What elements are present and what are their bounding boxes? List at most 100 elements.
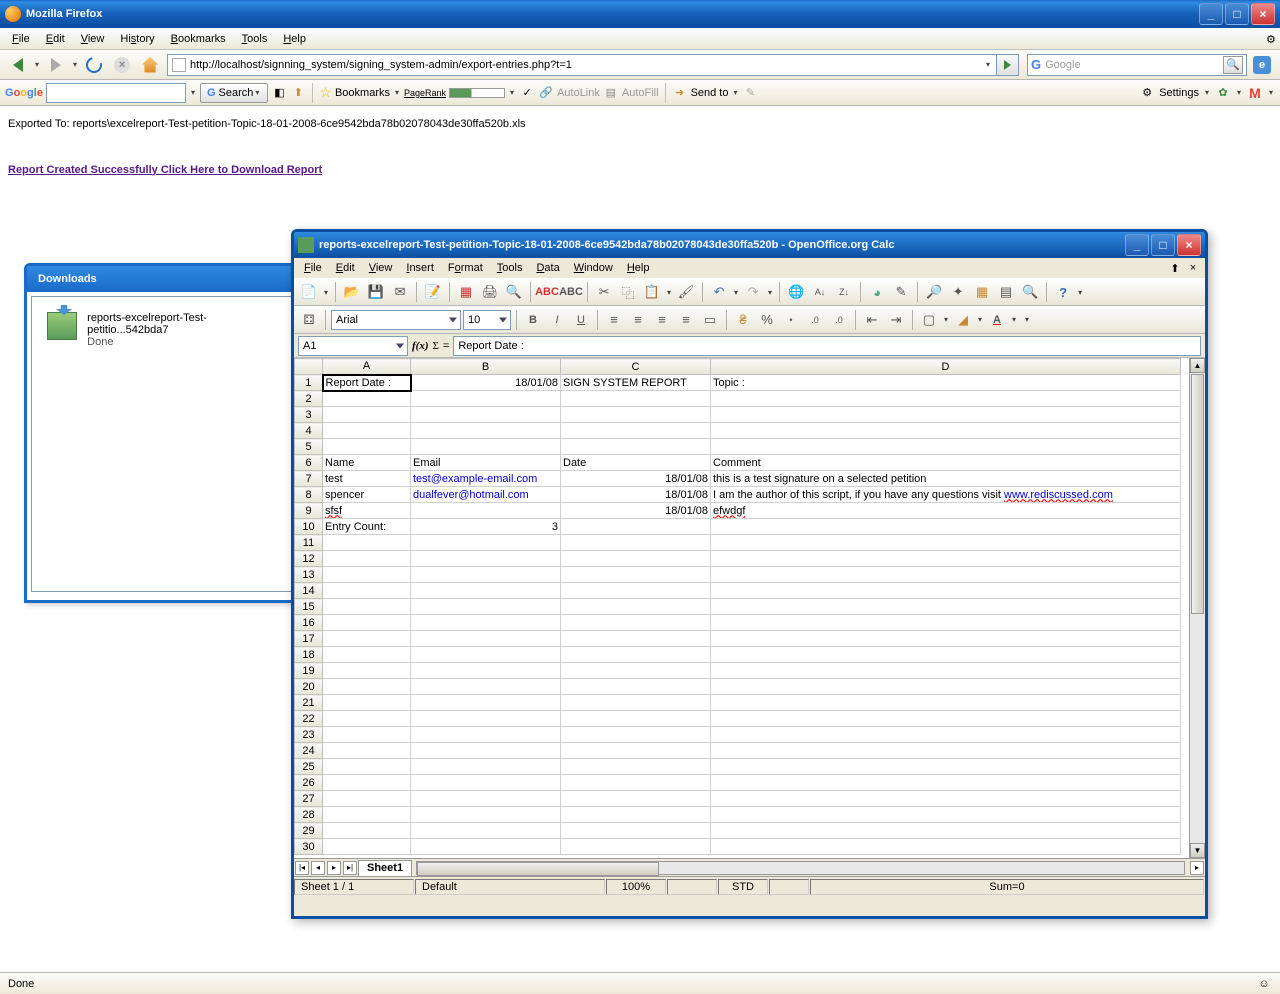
chart-icon[interactable]: ◕: [866, 281, 888, 303]
function-wizard-icon[interactable]: f(x): [412, 340, 429, 352]
indent-inc-icon[interactable]: ⇥: [885, 309, 907, 331]
fmt-more-icon[interactable]: ▾: [1023, 315, 1031, 324]
home-button[interactable]: [137, 53, 163, 77]
cell[interactable]: [323, 535, 411, 551]
cell[interactable]: [411, 551, 561, 567]
copy-icon[interactable]: ⿻: [617, 281, 639, 303]
add-decimal-icon[interactable]: .0: [804, 309, 826, 331]
download-link[interactable]: Report Created Successfully Click Here t…: [8, 164, 322, 176]
cell[interactable]: [323, 695, 411, 711]
cell[interactable]: [561, 439, 711, 455]
calc-export-icon[interactable]: ⬆: [1167, 260, 1183, 276]
cell[interactable]: [711, 743, 1181, 759]
del-decimal-icon[interactable]: .0: [828, 309, 850, 331]
calc-doc-close-icon[interactable]: ×: [1185, 260, 1201, 276]
cell[interactable]: [561, 743, 711, 759]
maximize-button[interactable]: □: [1225, 3, 1249, 25]
cell[interactable]: [711, 519, 1181, 535]
minimize-button[interactable]: _: [1199, 3, 1223, 25]
cell[interactable]: [323, 679, 411, 695]
cell[interactable]: [323, 551, 411, 567]
cell[interactable]: [411, 647, 561, 663]
cell[interactable]: [561, 759, 711, 775]
open-icon[interactable]: 📂: [341, 281, 363, 303]
url-dropdown[interactable]: ▾: [984, 60, 992, 69]
smiley-icon[interactable]: ☺: [1256, 976, 1272, 992]
status-zoom[interactable]: 100%: [606, 879, 666, 895]
cell[interactable]: [323, 743, 411, 759]
cell[interactable]: [411, 583, 561, 599]
cell[interactable]: [561, 839, 711, 855]
cell[interactable]: [561, 519, 711, 535]
up-icon[interactable]: ⬆: [290, 85, 306, 101]
cell[interactable]: [561, 391, 711, 407]
cell[interactable]: [561, 583, 711, 599]
align-left-icon[interactable]: ≡: [603, 309, 625, 331]
cell[interactable]: [561, 647, 711, 663]
cell[interactable]: [323, 823, 411, 839]
cell[interactable]: [411, 743, 561, 759]
navigator-icon[interactable]: ✦: [947, 281, 969, 303]
go-button[interactable]: [997, 54, 1019, 76]
underline-icon[interactable]: U: [570, 309, 592, 331]
number-icon[interactable]: •͏: [780, 309, 802, 331]
size-select[interactable]: 10: [463, 310, 511, 330]
cell[interactable]: [323, 775, 411, 791]
calc-menu-insert[interactable]: Insert: [400, 261, 440, 275]
cell[interactable]: [561, 727, 711, 743]
menu-tools[interactable]: Tools: [235, 31, 275, 47]
cell[interactable]: [411, 391, 561, 407]
cell[interactable]: [561, 567, 711, 583]
hyperlink-icon[interactable]: 🌐: [785, 281, 807, 303]
cell[interactable]: [711, 695, 1181, 711]
cell[interactable]: [411, 823, 561, 839]
formula-input[interactable]: Report Date :: [453, 336, 1201, 356]
autofill-icon[interactable]: ▤: [603, 85, 619, 101]
cell[interactable]: [711, 423, 1181, 439]
search-box[interactable]: GGoogle 🔍: [1027, 54, 1247, 76]
cell[interactable]: [411, 439, 561, 455]
cell[interactable]: [711, 583, 1181, 599]
cell[interactable]: Entry Count:: [323, 519, 411, 535]
cell[interactable]: [561, 535, 711, 551]
menu-view[interactable]: View: [74, 31, 112, 47]
cell[interactable]: [711, 663, 1181, 679]
cell[interactable]: efwdgf: [711, 503, 1181, 519]
gallery-icon[interactable]: ▦: [971, 281, 993, 303]
cell[interactable]: sfsf: [323, 503, 411, 519]
cell[interactable]: [411, 727, 561, 743]
cell[interactable]: [711, 599, 1181, 615]
tab-last-icon[interactable]: ▸|: [343, 861, 357, 875]
downloads-titlebar[interactable]: Downloads: [27, 266, 296, 292]
calc-menu-help[interactable]: Help: [621, 261, 656, 275]
menu-file[interactable]: File: [5, 31, 37, 47]
merge-icon[interactable]: ▭: [699, 309, 721, 331]
sum-icon[interactable]: Σ: [433, 340, 439, 352]
cell[interactable]: [323, 615, 411, 631]
cell[interactable]: [561, 663, 711, 679]
tab-prev-icon[interactable]: ◂: [311, 861, 325, 875]
cell[interactable]: [711, 839, 1181, 855]
tab-first-icon[interactable]: |◂: [295, 861, 309, 875]
calc-menu-edit[interactable]: Edit: [330, 261, 361, 275]
zoom-icon[interactable]: 🔍: [1019, 281, 1041, 303]
sheet-tab[interactable]: Sheet1: [358, 860, 412, 876]
cell[interactable]: [711, 535, 1181, 551]
cell[interactable]: [323, 583, 411, 599]
cell[interactable]: [711, 679, 1181, 695]
print-icon[interactable]: 🖨: [479, 281, 501, 303]
cell[interactable]: [561, 599, 711, 615]
cell[interactable]: [411, 695, 561, 711]
cell[interactable]: [323, 759, 411, 775]
toolbar-more-icon[interactable]: ▾: [1076, 288, 1084, 297]
back-button[interactable]: [5, 53, 31, 77]
cell[interactable]: [411, 775, 561, 791]
cell[interactable]: 18/01/08: [561, 471, 711, 487]
forward-dropdown[interactable]: ▾: [71, 60, 79, 69]
cell[interactable]: [323, 423, 411, 439]
close-button[interactable]: ×: [1251, 3, 1275, 25]
cell[interactable]: [711, 615, 1181, 631]
cell[interactable]: [411, 631, 561, 647]
equals-icon[interactable]: =: [443, 340, 449, 352]
cell[interactable]: [323, 567, 411, 583]
